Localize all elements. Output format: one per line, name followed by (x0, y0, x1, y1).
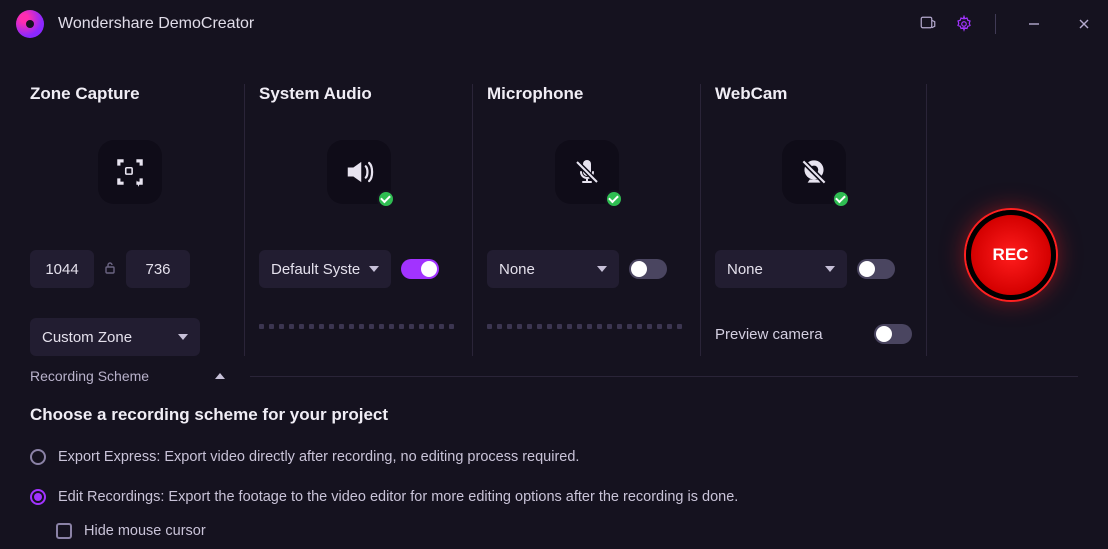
zone-preset-value: Custom Zone (42, 329, 132, 346)
panel-webcam: WebCam None Preview camera (701, 84, 927, 356)
radio-selected-icon (30, 489, 46, 505)
divider (995, 14, 996, 34)
panel-zone-capture: Zone Capture 1044 736 Custom Zone (30, 84, 245, 356)
cam-row: None (715, 250, 912, 288)
preview-row: Preview camera (715, 324, 912, 344)
checkbox-label: Hide mouse cursor (84, 523, 206, 539)
system-audio-toggle[interactable] (401, 259, 439, 279)
caret-up-icon (215, 373, 225, 379)
edit-video-icon[interactable] (919, 15, 937, 33)
close-button[interactable] (1068, 8, 1100, 40)
chevron-down-icon (369, 266, 379, 272)
record-label: REC (993, 245, 1029, 265)
zone-width-input[interactable]: 1044 (30, 250, 94, 288)
panel-system-audio: System Audio Default Syste (245, 84, 473, 356)
system-audio-select[interactable]: Default Syste (259, 250, 391, 288)
cam-select[interactable]: None (715, 250, 847, 288)
chevron-down-icon (825, 266, 835, 272)
mic-row: None (487, 250, 686, 288)
option-label: Export Express: Export video directly af… (58, 449, 579, 465)
chevron-down-icon (597, 266, 607, 272)
app-logo-icon (16, 10, 44, 38)
panel-title: System Audio (259, 84, 458, 104)
option-label: Edit Recordings: Export the footage to t… (58, 489, 738, 505)
microphone-muted-icon[interactable] (555, 140, 619, 204)
system-audio-row: Default Syste (259, 250, 458, 288)
cam-toggle[interactable] (857, 259, 895, 279)
cam-value: None (727, 261, 763, 278)
preview-toggle[interactable] (874, 324, 912, 344)
scheme-option-express[interactable]: Export Express: Export video directly af… (30, 449, 1078, 465)
zone-preset-select[interactable]: Custom Zone (30, 318, 200, 356)
panel-record: REC (927, 84, 1108, 356)
capture-panels: Zone Capture 1044 736 Custom Zone System… (0, 48, 1108, 356)
lock-icon[interactable] (104, 261, 116, 278)
zone-capture-icon[interactable] (98, 140, 162, 204)
divider (250, 376, 1078, 377)
system-audio-value: Default Syste (271, 261, 360, 278)
mic-level-meter (487, 324, 686, 329)
chevron-down-icon (178, 334, 188, 340)
checkbox-icon (56, 523, 72, 539)
panel-microphone: Microphone None (473, 84, 701, 356)
scheme-option-edit[interactable]: Edit Recordings: Export the footage to t… (30, 489, 1078, 505)
mic-value: None (499, 261, 535, 278)
app-title: Wondershare DemoCreator (58, 15, 254, 33)
zone-height-input[interactable]: 736 (126, 250, 190, 288)
speaker-icon[interactable] (327, 140, 391, 204)
minimize-button[interactable] (1018, 8, 1050, 40)
status-ok-icon (605, 190, 623, 208)
status-ok-icon (832, 190, 850, 208)
scheme-header-label: Recording Scheme (30, 368, 149, 384)
mic-select[interactable]: None (487, 250, 619, 288)
mic-toggle[interactable] (629, 259, 667, 279)
scheme-title: Choose a recording scheme for your proje… (30, 405, 1078, 425)
record-button[interactable]: REC (966, 210, 1056, 300)
panel-title: Zone Capture (30, 84, 230, 104)
webcam-disabled-icon[interactable] (782, 140, 846, 204)
settings-gear-icon[interactable] (955, 15, 973, 33)
recording-scheme-section: Recording Scheme Choose a recording sche… (0, 356, 1108, 539)
hide-cursor-checkbox[interactable]: Hide mouse cursor (56, 523, 1078, 539)
radio-icon (30, 449, 46, 465)
status-ok-icon (377, 190, 395, 208)
zone-size-row: 1044 736 (30, 250, 230, 288)
titlebar-actions (919, 8, 1100, 40)
preview-label: Preview camera (715, 326, 823, 343)
panel-title: WebCam (715, 84, 912, 104)
panel-title: Microphone (487, 84, 686, 104)
audio-level-meter (259, 324, 458, 329)
titlebar: Wondershare DemoCreator (0, 0, 1108, 48)
